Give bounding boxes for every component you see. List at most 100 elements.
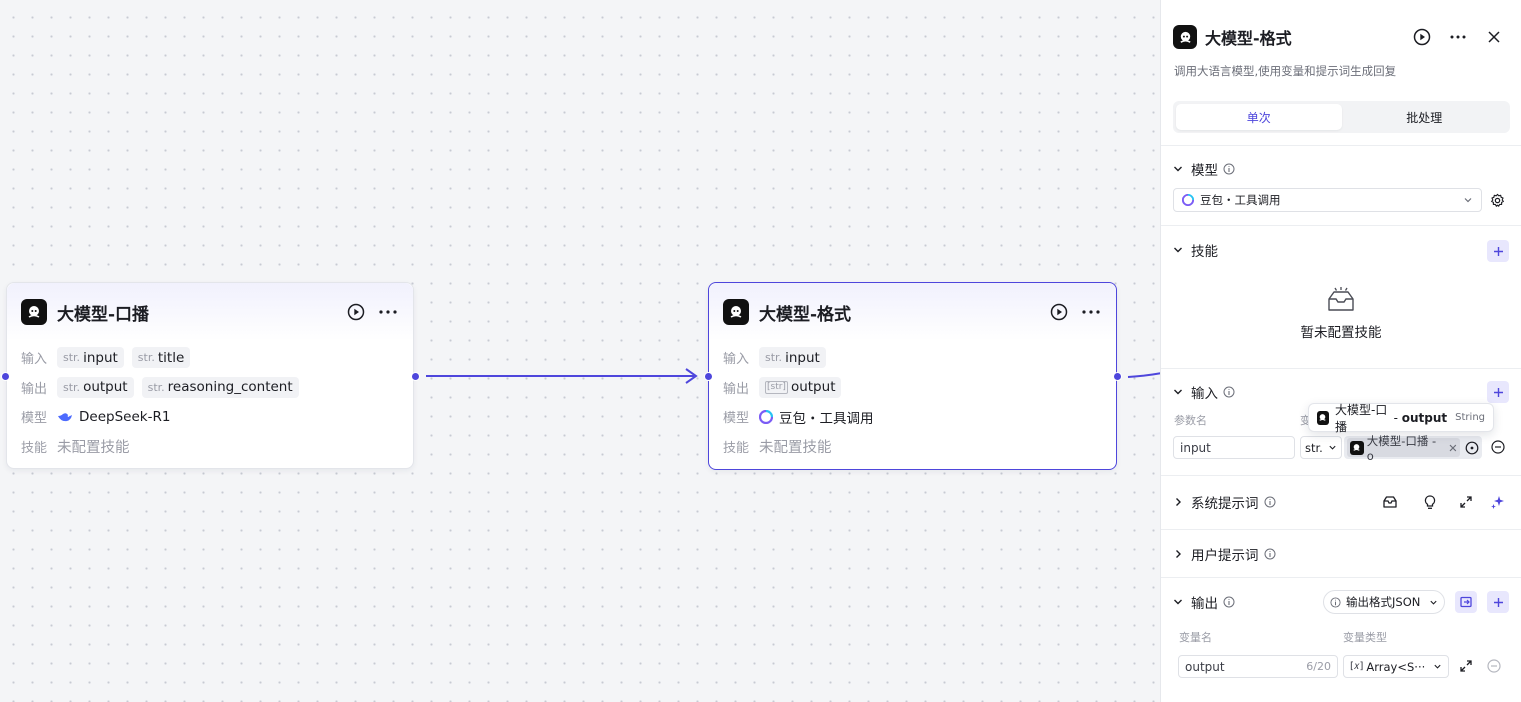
type-label: [str] [765, 380, 788, 394]
param-name-value: input [1180, 440, 1211, 455]
variable-reference-field[interactable]: 大模型-口播 - o [1344, 434, 1482, 463]
chevron-down-icon [1174, 389, 1182, 395]
node-left-port[interactable] [1, 372, 10, 381]
doubao-icon [1182, 194, 1194, 206]
node-settings-panel: 大模型-格式 调用大语言模型,使用变量和提示词生成回复 单次 批处理 模型 豆包… [1160, 0, 1521, 702]
lightbulb-icon[interactable] [1420, 492, 1440, 512]
llm-node-icon [21, 299, 47, 325]
type-label: str. [137, 351, 155, 365]
var-name: output [83, 379, 128, 396]
model-name: 豆包・工具调用 [779, 410, 874, 427]
divider [1161, 577, 1521, 578]
node-skills-row: 技能 未配置技能 [21, 432, 399, 462]
info-icon[interactable] [1223, 596, 1235, 608]
more-options-icon[interactable] [1080, 301, 1102, 323]
node-model-row: 模型 豆包・工具调用 [723, 402, 1102, 432]
tab-single[interactable]: 单次 [1176, 104, 1342, 130]
var-name: reasoning_content [167, 379, 293, 396]
reference-chip-text: 大模型-口播 - o [1366, 433, 1437, 463]
array-bracket-icon: [𝑥] [1350, 661, 1364, 672]
llm-node-icon [1173, 25, 1197, 49]
chevron-right-icon [1176, 550, 1181, 558]
node-broadcast[interactable]: 大模型-口播 输入 str. input str. title 输出 str. out… [6, 282, 414, 469]
inputs-label: 输入 [21, 352, 48, 368]
model-label: 模型 [21, 411, 48, 427]
run-node-icon[interactable] [1048, 301, 1070, 323]
output-format-select[interactable]: 输出格式JSON [1323, 590, 1445, 614]
variable-pick-icon[interactable] [1465, 441, 1479, 455]
prompt-library-icon[interactable] [1380, 492, 1400, 512]
model-select[interactable]: 豆包・工具调用 [1173, 188, 1482, 212]
model-label: 模型 [723, 411, 750, 427]
expand-icon[interactable] [1456, 492, 1476, 512]
reference-chip[interactable]: 大模型-口播 - o [1347, 434, 1460, 463]
outputs-label: 输出 [723, 381, 750, 397]
close-icon[interactable] [1483, 26, 1505, 48]
panel-title: 大模型-格式 [1205, 29, 1292, 48]
type-label: str. [147, 380, 165, 394]
expand-icon[interactable] [1456, 656, 1476, 676]
node-outputs-row: 输出 str. output str. reasoning_content [21, 373, 399, 403]
input-type-select[interactable]: str. [1300, 436, 1342, 459]
divider [1161, 368, 1521, 369]
var-name: title [157, 349, 185, 366]
panel-header: 大模型-格式 [1173, 24, 1505, 50]
doubao-icon [759, 409, 773, 424]
var-name: input [785, 349, 820, 366]
model-section-header[interactable]: 模型 [1173, 158, 1509, 180]
variable-tooltip: 大模型-口播 - output String [1308, 403, 1494, 434]
run-mode-tabs: 单次 批处理 [1173, 101, 1510, 133]
type-label: str. [63, 380, 81, 394]
section-title: 技能 [1191, 244, 1218, 260]
add-output-button[interactable] [1487, 591, 1509, 613]
type-label: str. [63, 351, 81, 365]
ai-sparkle-icon[interactable] [1487, 492, 1507, 512]
section-title: 系统提示词 [1191, 496, 1259, 512]
remove-chip-icon[interactable] [1449, 444, 1457, 452]
model-value: DeepSeek-R1 [57, 409, 170, 425]
output-var-name-input[interactable]: output 6/20 [1178, 655, 1338, 678]
user-prompt-section-header[interactable]: 用户提示词 [1173, 543, 1509, 565]
deepseek-icon [57, 411, 73, 423]
output-tag: [str] output [759, 376, 842, 398]
model-settings-gear-icon[interactable] [1487, 190, 1507, 210]
section-title: 输出 [1191, 596, 1218, 612]
output-var-name-value: output [1185, 659, 1225, 674]
divider [1161, 475, 1521, 476]
llm-node-icon [723, 299, 749, 325]
skills-label: 技能 [21, 440, 48, 456]
chevron-down-icon [1329, 445, 1336, 450]
divider [1161, 225, 1521, 226]
node-title: 大模型-口播 [57, 304, 150, 325]
run-node-icon[interactable] [1411, 26, 1433, 48]
output-var-type-value: Array<S··· [1366, 659, 1426, 674]
remove-output-icon[interactable] [1484, 656, 1504, 676]
info-icon[interactable] [1223, 386, 1235, 398]
node-format[interactable]: 大模型-格式 输入 str. input 输出 [str] output 模型 豆包… [708, 282, 1117, 470]
param-name-input[interactable]: input [1173, 436, 1295, 459]
run-node-icon[interactable] [345, 301, 367, 323]
skills-label: 技能 [723, 440, 750, 456]
output-var-type-select[interactable]: [𝑥] Array<S··· [1343, 655, 1449, 678]
skills-section-header[interactable]: 技能 [1173, 239, 1509, 261]
empty-box-icon [1328, 287, 1354, 311]
input-tag: str. title [131, 347, 191, 369]
chevron-down-icon [1434, 664, 1441, 669]
info-icon[interactable] [1264, 496, 1276, 508]
remove-input-icon[interactable] [1488, 437, 1508, 457]
import-output-button[interactable] [1455, 591, 1477, 613]
info-icon[interactable] [1264, 548, 1276, 560]
add-input-button[interactable] [1487, 381, 1509, 403]
node-left-port[interactable] [704, 372, 713, 381]
divider [1161, 145, 1521, 146]
plus-icon [1493, 387, 1503, 397]
node-right-port[interactable] [1113, 372, 1122, 381]
output-tag: str. reasoning_content [141, 376, 299, 398]
tab-batch[interactable]: 批处理 [1342, 104, 1508, 130]
add-skill-button[interactable] [1487, 240, 1509, 262]
info-icon[interactable] [1223, 163, 1235, 175]
more-options-icon[interactable] [377, 301, 399, 323]
chevron-down-icon [1174, 166, 1182, 172]
more-options-icon[interactable] [1447, 26, 1469, 48]
node-right-port[interactable] [411, 372, 420, 381]
